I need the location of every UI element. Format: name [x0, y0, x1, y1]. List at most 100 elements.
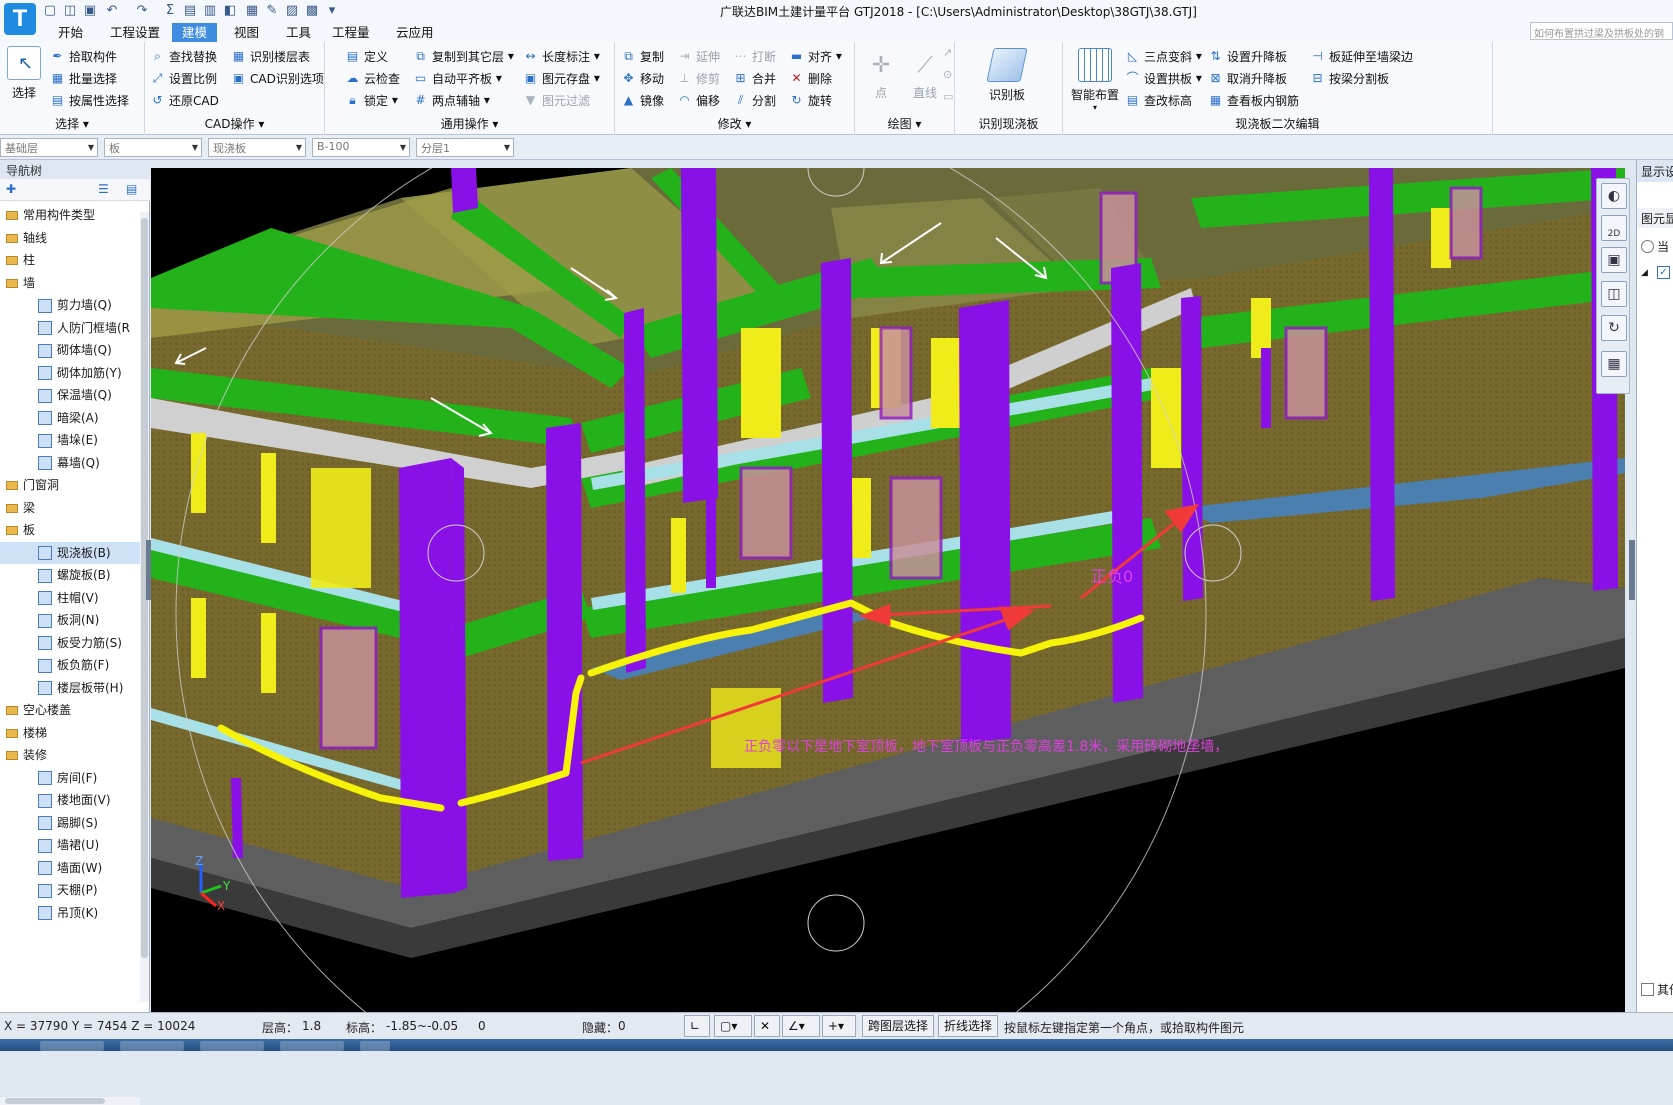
nav-item[interactable]: 螺旋板(B) [0, 564, 140, 587]
copy-to-other-floors-button[interactable]: ⧉ 复制到其它层 ▾ [413, 46, 514, 66]
delete-button[interactable]: ✕ 删除 [789, 68, 832, 88]
nav-category[interactable]: 梁 [0, 497, 140, 520]
tab-start[interactable]: 开始 [48, 23, 93, 42]
taskbar-item[interactable] [360, 1041, 390, 1051]
group-label-cad[interactable]: CAD操作 ▾ [145, 115, 324, 132]
nav-category[interactable]: 装修 [0, 744, 140, 767]
calc-icon[interactable]: ▤ [182, 3, 198, 19]
tab-cloud[interactable]: 云应用 [386, 23, 444, 42]
list-view-icon[interactable]: ☰ [98, 182, 109, 196]
cross-layer-select-button[interactable]: 跨图层选择 [862, 1015, 935, 1037]
nav-category[interactable]: 板 [0, 519, 140, 542]
auto-align-slab-button[interactable]: ▭ 自动平齐板 ▾ [413, 68, 502, 88]
nav-item[interactable]: 保温墙(Q) [0, 384, 140, 407]
nav-item[interactable]: 天棚(P) [0, 879, 140, 902]
nav-category[interactable]: 墙 [0, 272, 140, 295]
cancel-raise-lower-button[interactable]: ⊠ 取消升降板 [1208, 68, 1287, 88]
nav-item[interactable]: 踢脚(S) [0, 812, 140, 835]
layer-select[interactable]: 分层1 ▼ [416, 138, 514, 157]
save-icon[interactable]: ▣ [82, 3, 98, 19]
break-button[interactable]: ⋯ 打断 [733, 46, 777, 66]
building-3d-model[interactable]: 正负0 正负零以下是地下室顶板，地下室顶板与正负零高差1.8米，采用砖砌地垄墙，… [151, 168, 1625, 1012]
redo-icon[interactable]: ↷ [134, 3, 150, 19]
length-dimension-button[interactable]: ↔ 长度标注 ▾ [523, 46, 599, 66]
nav-item[interactable]: 现浇板(B) [0, 541, 140, 564]
angle-snap-icon[interactable]: ∠▾ [782, 1015, 820, 1037]
element-display-tab[interactable]: 图元显 [1637, 208, 1673, 228]
nav-item[interactable]: 楼地面(V) [0, 789, 140, 812]
split-by-beam-button[interactable]: ⊟ 按梁分割板 [1310, 68, 1389, 88]
arc-icon[interactable]: ↗ [943, 46, 952, 59]
other-checkbox[interactable] [1641, 983, 1654, 996]
nav-item[interactable]: 房间(F) [0, 767, 140, 790]
set-scale-button[interactable]: ⤢ 设置比例 [150, 68, 217, 88]
align-button[interactable]: ▬ 对齐 ▾ [789, 46, 842, 66]
polyline-select-button[interactable]: 折线选择 [938, 1015, 999, 1037]
recognize-slab-button[interactable]: 识别板 [977, 48, 1037, 103]
view-slab-rebar-button[interactable]: ▦ 查看板内钢筋 [1208, 90, 1299, 110]
tab-view[interactable]: 视图 [224, 23, 269, 42]
view-2d-button[interactable]: 2D [1601, 215, 1627, 241]
taskbar-item[interactable] [120, 1041, 184, 1051]
check-elevation-button[interactable]: ▤ 查改标高 [1125, 90, 1192, 110]
tree-expand-icon[interactable]: ◢ [1641, 268, 1648, 278]
tree-view-icon[interactable]: ▤ [126, 182, 137, 196]
nav-item[interactable]: 楼层板带(H) [0, 677, 140, 700]
nav-category[interactable]: 柱 [0, 249, 140, 272]
undo-icon[interactable]: ↶ [104, 3, 120, 19]
left-panel-collapse-handle[interactable] [146, 540, 151, 600]
taskbar-item[interactable] [200, 1041, 264, 1051]
extend-button[interactable]: ⇥ 延伸 [677, 46, 720, 66]
dynamic-input-icon[interactable]: ✕ [754, 1015, 780, 1037]
extend-slab-to-wall-button[interactable]: ⊣ 板延伸至墙梁边 [1310, 46, 1413, 66]
floor-select[interactable]: 基础层 ▼ [0, 138, 98, 157]
nav-category[interactable]: 轴线 [0, 227, 140, 250]
restore-cad-button[interactable]: ↺ 还原CAD [150, 90, 218, 110]
current-floor-radio[interactable] [1641, 240, 1654, 253]
nav-item[interactable]: 暗梁(A) [0, 407, 140, 430]
component-type-select[interactable]: 板 ▼ [104, 138, 202, 157]
help-search-input[interactable]: 如何布置拱过梁及拱板处的钢 [1530, 22, 1673, 40]
taskbar-item[interactable] [40, 1041, 104, 1051]
new-component-icon[interactable]: ✚ [6, 182, 16, 196]
smart-place-button[interactable]: 智能布置 ▾ [1067, 48, 1123, 112]
group-label-select[interactable]: 选择 ▾ [0, 115, 144, 132]
print-icon[interactable]: ▨ [284, 3, 300, 19]
nav-hscroll-thumb[interactable] [5, 1098, 105, 1104]
set-arch-slab-button[interactable]: ⌒ 设置拱板 ▾ [1125, 68, 1201, 88]
offset-button[interactable]: ◠ 偏移 [677, 90, 720, 110]
rotate-view-icon[interactable]: ↻ [1601, 315, 1627, 341]
nav-item[interactable]: 墙裙(U) [0, 834, 140, 857]
nav-item[interactable]: 板洞(N) [0, 609, 140, 632]
merge-button[interactable]: ⊞ 合并 [733, 68, 776, 88]
group-label-modify[interactable]: 修改 ▾ [615, 115, 854, 132]
set-raise-lower-button[interactable]: ⇅ 设置升降板 [1208, 46, 1287, 66]
save-element-button[interactable]: ▣ 图元存盘 ▾ [523, 68, 600, 88]
select-by-property-button[interactable]: ▤ 按属性选择 [50, 90, 129, 110]
nav-item[interactable]: 板受力筋(S) [0, 632, 140, 655]
mirror-button[interactable]: ▲ 镜像 [621, 90, 664, 110]
nav-item[interactable]: 吊顶(K) [0, 902, 140, 925]
tab-project-settings[interactable]: 工程设置 [100, 23, 170, 42]
orbit-handle[interactable] [807, 894, 865, 952]
find-replace-button[interactable]: ⌕ 查找替换 [150, 46, 217, 66]
recognize-floor-table-button[interactable]: ▦ 识别楼层表 [231, 46, 310, 66]
box-view-icon[interactable]: ◫ [1601, 281, 1627, 307]
tab-tools[interactable]: 工具 [276, 23, 321, 42]
view-icon[interactable]: ◧ [222, 3, 238, 19]
draw-point-button[interactable]: ✛ 点 [861, 48, 901, 101]
select-button[interactable]: ↖ 选择 [4, 46, 44, 101]
circle-icon[interactable]: ⊙ [943, 68, 952, 81]
3d-viewport[interactable]: 正负0 正负零以下是地下室顶板，地下室顶板与正负零高差1.8米，采用砖砌地垄墙，… [151, 168, 1625, 1012]
tab-quantities[interactable]: 工程量 [322, 23, 380, 42]
more-icon[interactable]: ▾ [324, 3, 340, 19]
show-all-checkbox[interactable]: ✓ [1657, 266, 1670, 279]
pick-component-button[interactable]: ✒ 拾取构件 [50, 46, 117, 66]
define-button[interactable]: ▤ 定义 [345, 46, 388, 66]
pen-icon[interactable]: ✎ [264, 3, 280, 19]
nav-item[interactable]: 柱帽(V) [0, 587, 140, 610]
right-panel-collapse-handle[interactable] [1629, 540, 1635, 600]
sum-icon[interactable]: Σ [162, 3, 178, 19]
nav-scrollbar[interactable] [140, 212, 149, 1002]
nav-item[interactable]: 墙面(W) [0, 857, 140, 880]
